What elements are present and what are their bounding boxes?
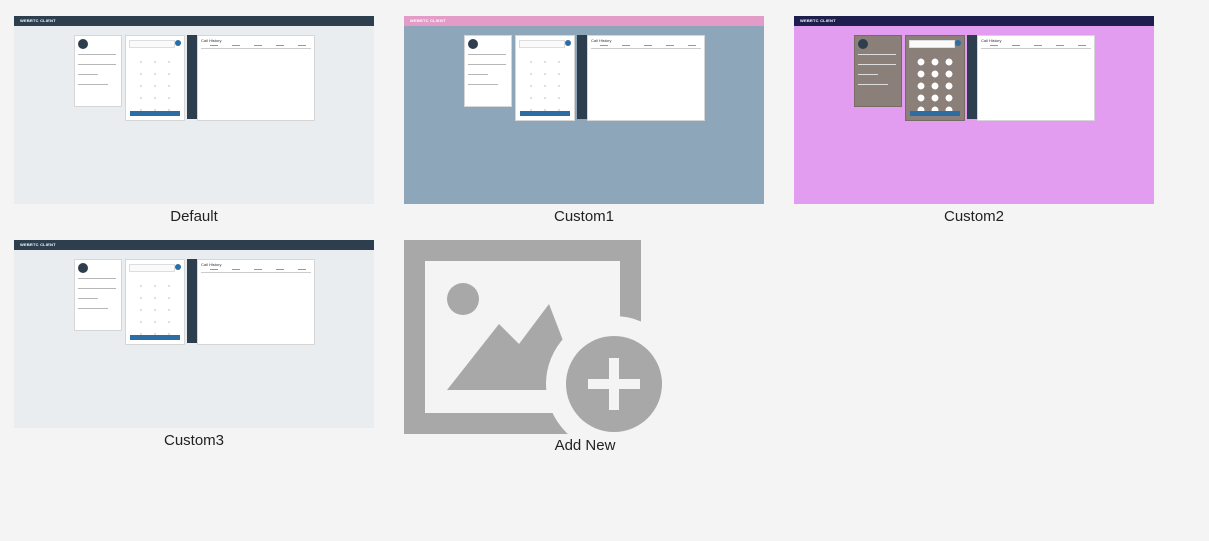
thumbnail-sidebar: [967, 35, 977, 119]
thumbnail-call-history: Call History: [587, 35, 705, 121]
theme-label: Custom2: [943, 208, 1005, 225]
theme-tile-custom3[interactable]: WEBRTC CLIENT Call History Custom3: [14, 240, 374, 450]
thumbnail-profile-panel: [464, 35, 512, 107]
thumbnail-sidebar: [577, 35, 587, 119]
theme-thumbnail: WEBRTC CLIENT Call History: [794, 16, 1154, 204]
add-image-icon: [404, 240, 682, 452]
theme-tile-custom1[interactable]: WEBRTC CLIENT Call History Custom1: [404, 16, 764, 226]
thumbnail-brand: WEBRTC CLIENT: [410, 18, 446, 23]
thumbnail-call-history: Call History: [197, 259, 315, 345]
theme-thumbnail: WEBRTC CLIENT Call History: [404, 16, 764, 204]
theme-thumbnail: WEBRTC CLIENT Call History: [14, 240, 374, 428]
theme-tile-default[interactable]: WEBRTC CLIENT Call History Default: [14, 16, 374, 226]
thumbnail-sidebar: [187, 259, 197, 343]
thumbnail-brand: WEBRTC CLIENT: [20, 18, 56, 23]
thumbnail-profile-panel: [74, 35, 122, 107]
thumbnail-call-history: Call History: [977, 35, 1095, 121]
thumbnail-profile-panel: [854, 35, 902, 107]
thumbnail-dialpad: [905, 35, 965, 121]
theme-label: Custom3: [163, 432, 225, 449]
theme-thumbnail: WEBRTC CLIENT Call History: [14, 16, 374, 204]
thumbnail-call-history: Call History: [197, 35, 315, 121]
thumbnail-header: WEBRTC CLIENT: [14, 240, 374, 250]
thumbnail-dialpad: [515, 35, 575, 121]
add-new-label: Add New: [554, 437, 616, 454]
theme-label: Default: [170, 208, 218, 225]
thumbnail-brand: WEBRTC CLIENT: [800, 18, 836, 23]
thumbnail-brand: WEBRTC CLIENT: [20, 242, 56, 247]
thumbnail-dialpad: [125, 35, 185, 121]
thumbnail-header: WEBRTC CLIENT: [14, 16, 374, 26]
theme-tile-custom2[interactable]: WEBRTC CLIENT Call History Custom2: [794, 16, 1154, 226]
thumbnail-sidebar: [187, 35, 197, 119]
theme-label: Custom1: [553, 208, 615, 225]
thumbnail-profile-panel: [74, 259, 122, 331]
thumbnail-dialpad: [125, 259, 185, 345]
thumbnail-header: WEBRTC CLIENT: [404, 16, 764, 26]
add-new-theme-button[interactable]: Add New: [404, 240, 682, 470]
thumbnail-header: WEBRTC CLIENT: [794, 16, 1154, 26]
